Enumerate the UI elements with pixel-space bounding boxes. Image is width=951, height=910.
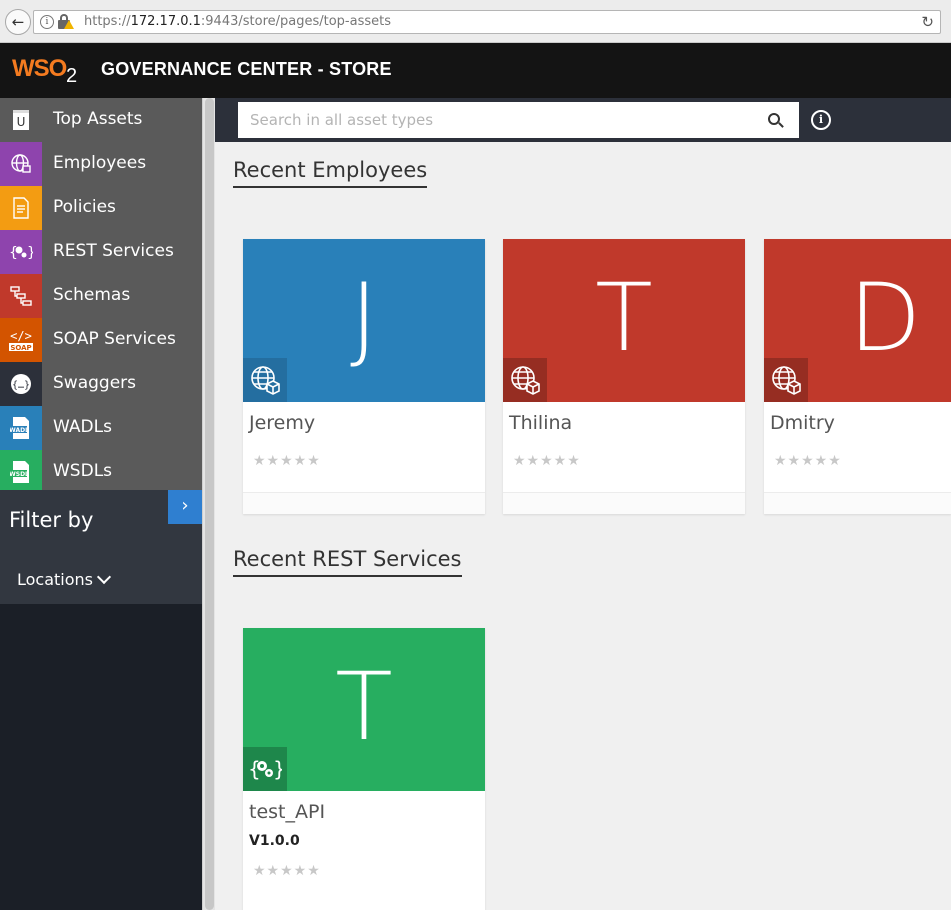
filter-title: Filter by — [9, 508, 94, 532]
asset-version: V1.0.0 — [249, 833, 300, 849]
svg-text:U: U — [17, 115, 26, 129]
site-info-icon[interactable]: i — [40, 15, 54, 29]
svg-text:{…}: {…} — [12, 380, 30, 391]
search-bar: i — [215, 98, 951, 142]
filter-expand-chevron-icon[interactable]: › — [168, 490, 202, 524]
svg-text:}: } — [273, 757, 282, 781]
wsdl-file-icon: WSDL — [0, 450, 42, 494]
asset-card-jeremy[interactable]: J Jeremy ★★★★★ — [243, 239, 485, 514]
chevron-down-icon — [96, 569, 112, 585]
soap-icon: </> SOAP — [0, 318, 42, 362]
search-input[interactable] — [238, 102, 799, 138]
section-title-employees: Recent Employees — [233, 158, 428, 188]
card-footer — [764, 492, 951, 514]
app-header: WSO 2 GOVERNANCE CENTER - STORE — [0, 43, 951, 98]
sidebar-item-top-assets[interactable]: U Top Assets — [0, 98, 202, 142]
rating-stars: ★★★★★ — [774, 453, 842, 469]
back-arrow-icon[interactable]: ← — [5, 9, 31, 35]
sidebar-item-swaggers[interactable]: {…} Swaggers — [0, 362, 202, 406]
svg-text:</>: </> — [10, 329, 32, 343]
asset-thumbnail[interactable]: J — [243, 239, 485, 402]
sidebar: U Top Assets Employees Policies {} REST … — [0, 98, 202, 910]
asset-thumbnail[interactable]: T {} — [243, 628, 485, 791]
filter-panel: Filter by › Locations — [0, 490, 202, 604]
asset-name[interactable]: Dmitry — [770, 412, 835, 434]
document-icon — [0, 186, 42, 230]
scrollbar-thumb[interactable] — [205, 98, 214, 910]
asset-thumbnail[interactable]: D — [764, 239, 951, 402]
schema-tree-icon — [0, 274, 42, 318]
browser-toolbar: ← i https://172.17.0.1:9443/store/pages/… — [0, 0, 951, 43]
svg-text:SOAP: SOAP — [10, 344, 31, 352]
svg-text:WSDL: WSDL — [10, 471, 29, 478]
search-icon[interactable] — [768, 113, 784, 129]
asset-card-dmitry[interactable]: D Dmitry ★★★★★ — [764, 239, 951, 514]
svg-text:WADL: WADL — [10, 427, 29, 434]
asset-card-test-api[interactable]: T {} test_API V1.0.0 ★★★★★ — [243, 628, 485, 910]
sidebar-item-employees[interactable]: Employees — [0, 142, 202, 186]
insecure-lock-icon[interactable] — [58, 14, 74, 30]
sidebar-item-wsdls[interactable]: WSDL WSDLs — [0, 450, 202, 494]
rest-service-gears-icon: {} — [243, 747, 287, 791]
locations-filter-dropdown[interactable]: Locations — [17, 569, 112, 589]
help-info-icon[interactable]: i — [811, 110, 831, 130]
section-title-rest-services: Recent REST Services — [233, 547, 462, 577]
gears-icon: {} — [0, 230, 42, 274]
rating-stars: ★★★★★ — [253, 453, 321, 469]
sidebar-scrollbar[interactable] — [202, 98, 215, 910]
top-assets-icon: U — [0, 98, 42, 142]
wadl-file-icon: WADL — [0, 406, 42, 450]
svg-text:}: } — [27, 245, 33, 261]
sidebar-item-schemas[interactable]: Schemas — [0, 274, 202, 318]
employee-type-icon — [243, 358, 287, 402]
employee-type-icon — [503, 358, 547, 402]
rating-stars: ★★★★★ — [513, 453, 581, 469]
sidebar-item-rest-services[interactable]: {} REST Services — [0, 230, 202, 274]
asset-name[interactable]: test_API — [249, 801, 325, 823]
sidebar-item-soap-services[interactable]: </> SOAP SOAP Services — [0, 318, 202, 362]
asset-card-thilina[interactable]: T Thilina ★★★★★ — [503, 239, 745, 514]
asset-name[interactable]: Jeremy — [249, 412, 315, 434]
reload-icon[interactable]: ↻ — [921, 13, 934, 31]
globe-icon — [0, 142, 42, 186]
address-bar[interactable]: i https://172.17.0.1:9443/store/pages/to… — [33, 10, 941, 34]
card-footer — [503, 492, 745, 514]
sidebar-item-wadls[interactable]: WADL WADLs — [0, 406, 202, 450]
rating-stars: ★★★★★ — [253, 863, 321, 879]
employee-type-icon — [764, 358, 808, 402]
url-text: https://172.17.0.1:9443/store/pages/top-… — [84, 14, 392, 29]
asset-thumbnail[interactable]: T — [503, 239, 745, 402]
wso2-logo[interactable]: WSO 2 — [12, 55, 82, 87]
sidebar-item-policies[interactable]: Policies — [0, 186, 202, 230]
asset-name[interactable]: Thilina — [509, 412, 572, 434]
app-title: GOVERNANCE CENTER - STORE — [101, 59, 392, 79]
swagger-icon: {…} — [0, 362, 42, 406]
card-footer — [243, 492, 485, 514]
svg-text:{: { — [9, 245, 18, 261]
